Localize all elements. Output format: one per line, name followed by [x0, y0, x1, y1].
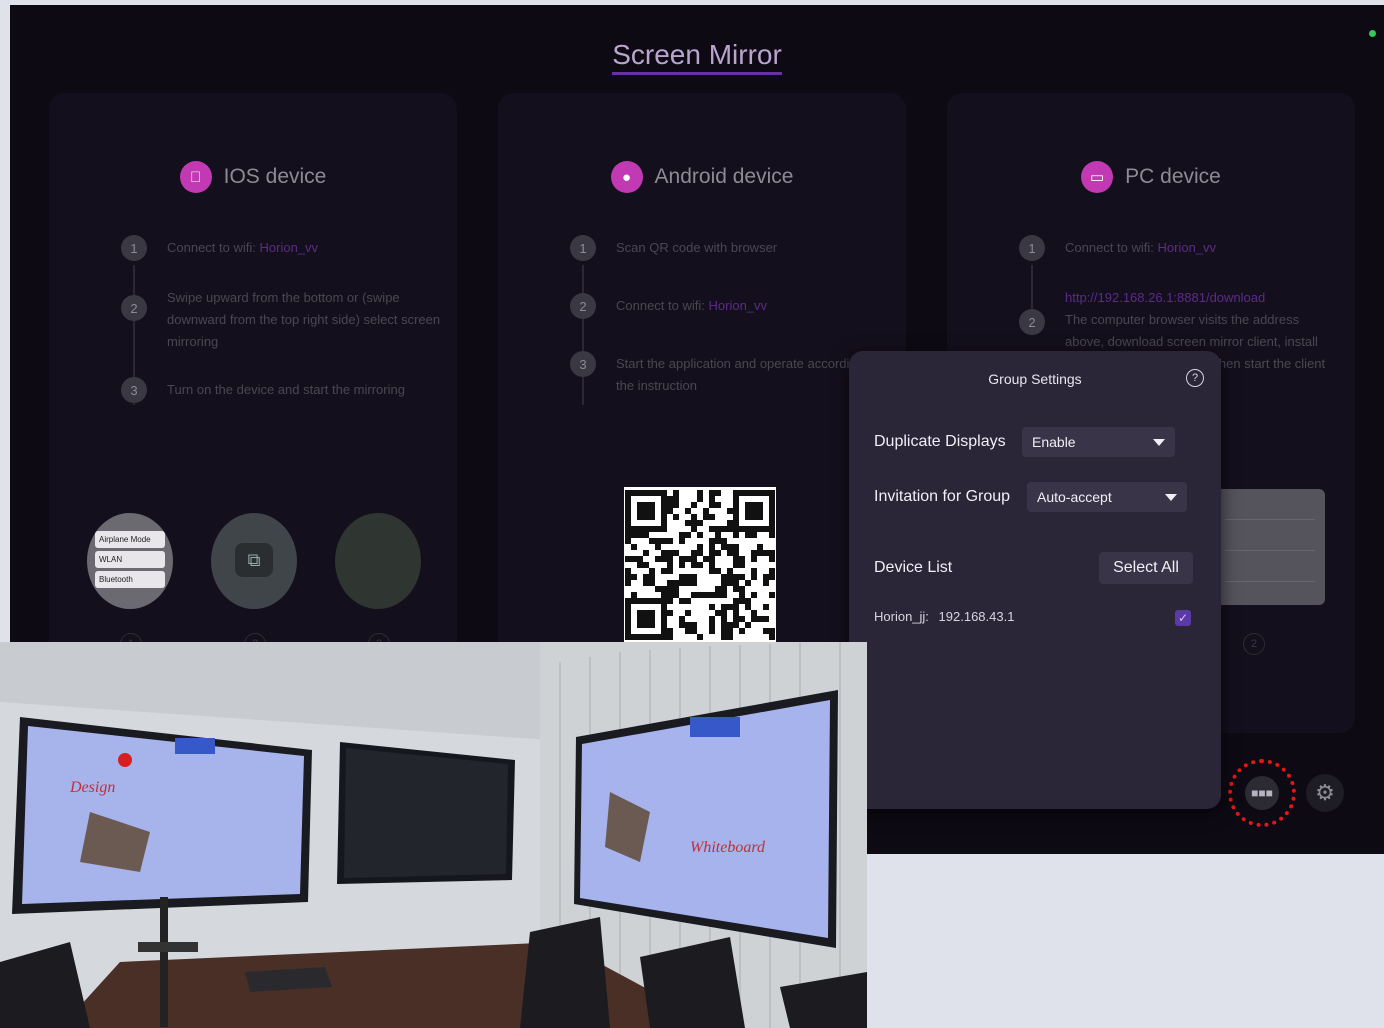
status-indicator: [1369, 30, 1376, 37]
select-all-button[interactable]: Select All: [1099, 552, 1193, 584]
duplicate-displays-label: Duplicate Displays: [874, 433, 1006, 450]
device-list-label: Device List: [874, 559, 953, 576]
group-icon: ■■■: [1245, 776, 1279, 810]
caret-down-icon: [1165, 493, 1177, 501]
whiteboard-right-text: Whiteboard: [690, 839, 766, 856]
invitation-for-group-label: Invitation for Group: [874, 488, 1011, 505]
screen-mirror-button-thumbnail: ⧉: [211, 513, 297, 609]
download-link[interactable]: http://192.168.26.1:8881/download: [1065, 287, 1339, 309]
group-settings-dialog: Group Settings ? Duplicate Displays Enab…: [849, 351, 1221, 809]
ios-step-1: 1 Connect to wifi: Horion_vv: [121, 235, 441, 261]
android-step-1: 1 Scan QR code with browser: [570, 235, 890, 261]
ios-step-2: 2 Swipe upward from the bottom or (swipe…: [121, 285, 441, 353]
android-device-panel: ● Android device 1 Scan QR code with bro…: [498, 93, 906, 733]
whiteboard-left-text: Design: [69, 779, 115, 796]
meeting-room-photo: Design Whiteboard: [0, 642, 867, 1028]
control-center-thumbnail: Airplane Mode WLAN Bluetooth: [87, 513, 173, 609]
qr-code: [624, 487, 776, 643]
pc-step-1: 1 Connect to wifi: Horion_vv: [1019, 235, 1339, 261]
pc-device-label: PC device: [1125, 165, 1221, 188]
ios-device-panel:  IOS device 1 Connect to wifi: Horion_v…: [49, 93, 457, 733]
android-step-2: 2 Connect to wifi: Horion_vv: [570, 293, 890, 319]
caret-down-icon: [1153, 438, 1165, 446]
monitor-icon: ▭: [1081, 161, 1114, 193]
ios-device-label: IOS device: [223, 165, 327, 188]
device-list-thumbnail: [335, 513, 421, 609]
android-device-label: Android device: [654, 165, 794, 188]
invitation-dropdown[interactable]: Auto-accept: [1027, 482, 1187, 512]
ios-step-3: 3 Turn on the device and start the mirro…: [121, 377, 441, 403]
android-icon: ●: [610, 161, 643, 193]
device-name: Horion_jj:: [874, 609, 929, 624]
android-step-3: 3 Start the application and operate acco…: [570, 351, 890, 397]
duplicate-displays-dropdown[interactable]: Enable: [1022, 427, 1175, 457]
group-settings-button[interactable]: ■■■: [1228, 759, 1296, 827]
pc-client-thumbnail: [1215, 489, 1325, 605]
device-ip: 192.168.43.1: [938, 609, 1015, 624]
device-checkbox[interactable]: ✓: [1175, 610, 1191, 626]
help-icon[interactable]: ?: [1186, 369, 1204, 387]
apple-icon: : [179, 161, 212, 193]
dialog-title: Group Settings: [988, 371, 1082, 387]
device-row: Horion_jj: 192.168.43.1: [874, 609, 1014, 624]
gear-icon[interactable]: ⚙: [1306, 774, 1344, 812]
page-title: Screen Mirror: [10, 39, 1384, 75]
